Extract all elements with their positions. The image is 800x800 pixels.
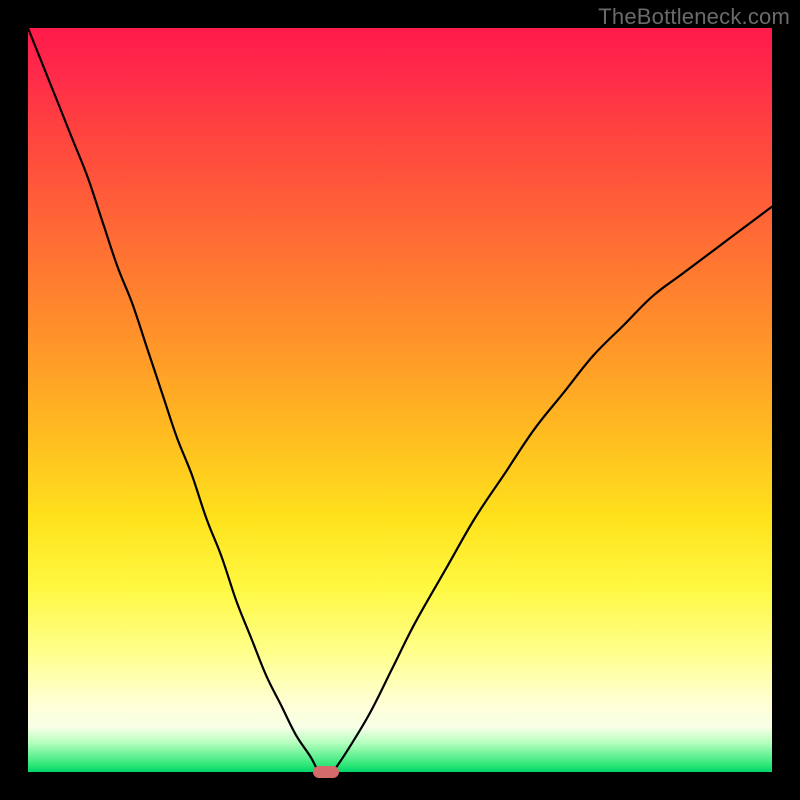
bottleneck-curve	[28, 28, 772, 772]
chart-frame: TheBottleneck.com	[0, 0, 800, 800]
balance-marker	[313, 766, 339, 778]
curve-left-branch	[28, 28, 318, 772]
curve-right-branch	[333, 207, 772, 772]
watermark-text: TheBottleneck.com	[598, 4, 790, 30]
chart-plot-area	[28, 28, 772, 772]
